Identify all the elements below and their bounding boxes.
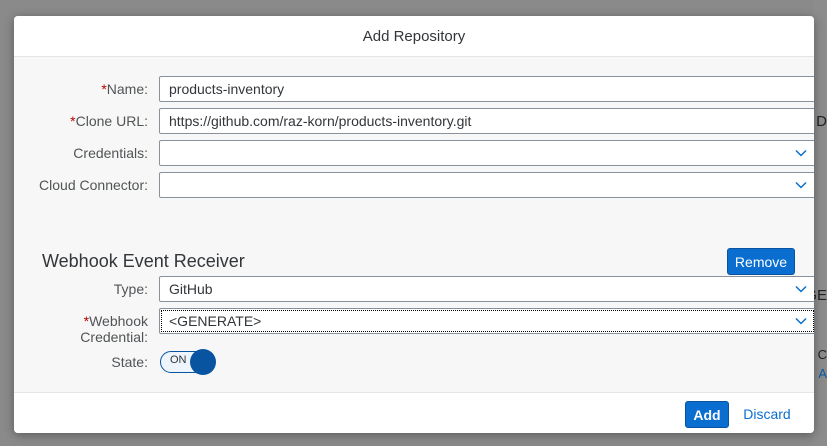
background-fragment: C — [817, 347, 827, 362]
discard-button[interactable]: Discard — [736, 401, 798, 426]
type-label: Type: — [113, 281, 148, 297]
state-label: State: — [111, 354, 148, 370]
type-row: Type: GitHub — [14, 276, 814, 302]
dialog-header: Add Repository — [14, 16, 814, 57]
webhook-section-title: Webhook Event Receiver — [42, 251, 245, 271]
cloud-connector-select[interactable] — [159, 172, 814, 198]
cloud-connector-label: Cloud Connector: — [39, 177, 148, 193]
chevron-down-icon — [795, 181, 807, 189]
name-row: *Name: products-inventory — [14, 76, 814, 102]
dialog-title: Add Repository — [362, 27, 466, 45]
state-switch[interactable]: ON — [160, 349, 216, 375]
add-repository-dialog: Add Repository *Name: products-inventory… — [14, 16, 814, 433]
webhook-credential-label: *Webhook Credential: — [80, 313, 148, 345]
name-label: *Name: — [101, 81, 148, 97]
switch-state-text: ON — [170, 354, 187, 366]
credentials-label: Credentials: — [73, 145, 148, 161]
clone-url-row: *Clone URL: https://github.com/raz-korn/… — [14, 108, 814, 134]
chevron-down-icon — [795, 317, 807, 325]
switch-knob — [190, 349, 216, 375]
dialog-footer: Add Discard — [14, 392, 814, 433]
background-fragment: A — [818, 366, 827, 381]
background-fragment: D — [816, 113, 827, 130]
add-button[interactable]: Add — [685, 401, 729, 428]
type-select[interactable]: GitHub — [159, 276, 814, 302]
remove-button[interactable]: Remove — [727, 248, 795, 275]
chevron-down-icon — [795, 285, 807, 293]
clone-url-label: *Clone URL: — [70, 113, 148, 129]
dialog-content: *Name: products-inventory *Clone URL: ht… — [14, 57, 814, 393]
state-row: State: — [14, 349, 814, 375]
webhook-credential-row: *Webhook Credential: <GENERATE> — [14, 308, 814, 345]
chevron-down-icon — [795, 149, 807, 157]
clone-url-input[interactable]: https://github.com/raz-korn/products-inv… — [159, 108, 814, 134]
credentials-row: Credentials: — [14, 140, 814, 166]
cloud-connector-row: Cloud Connector: — [14, 172, 814, 198]
name-input[interactable]: products-inventory — [159, 76, 814, 102]
credentials-select[interactable] — [159, 140, 814, 166]
webhook-credential-select[interactable]: <GENERATE> — [159, 308, 814, 334]
